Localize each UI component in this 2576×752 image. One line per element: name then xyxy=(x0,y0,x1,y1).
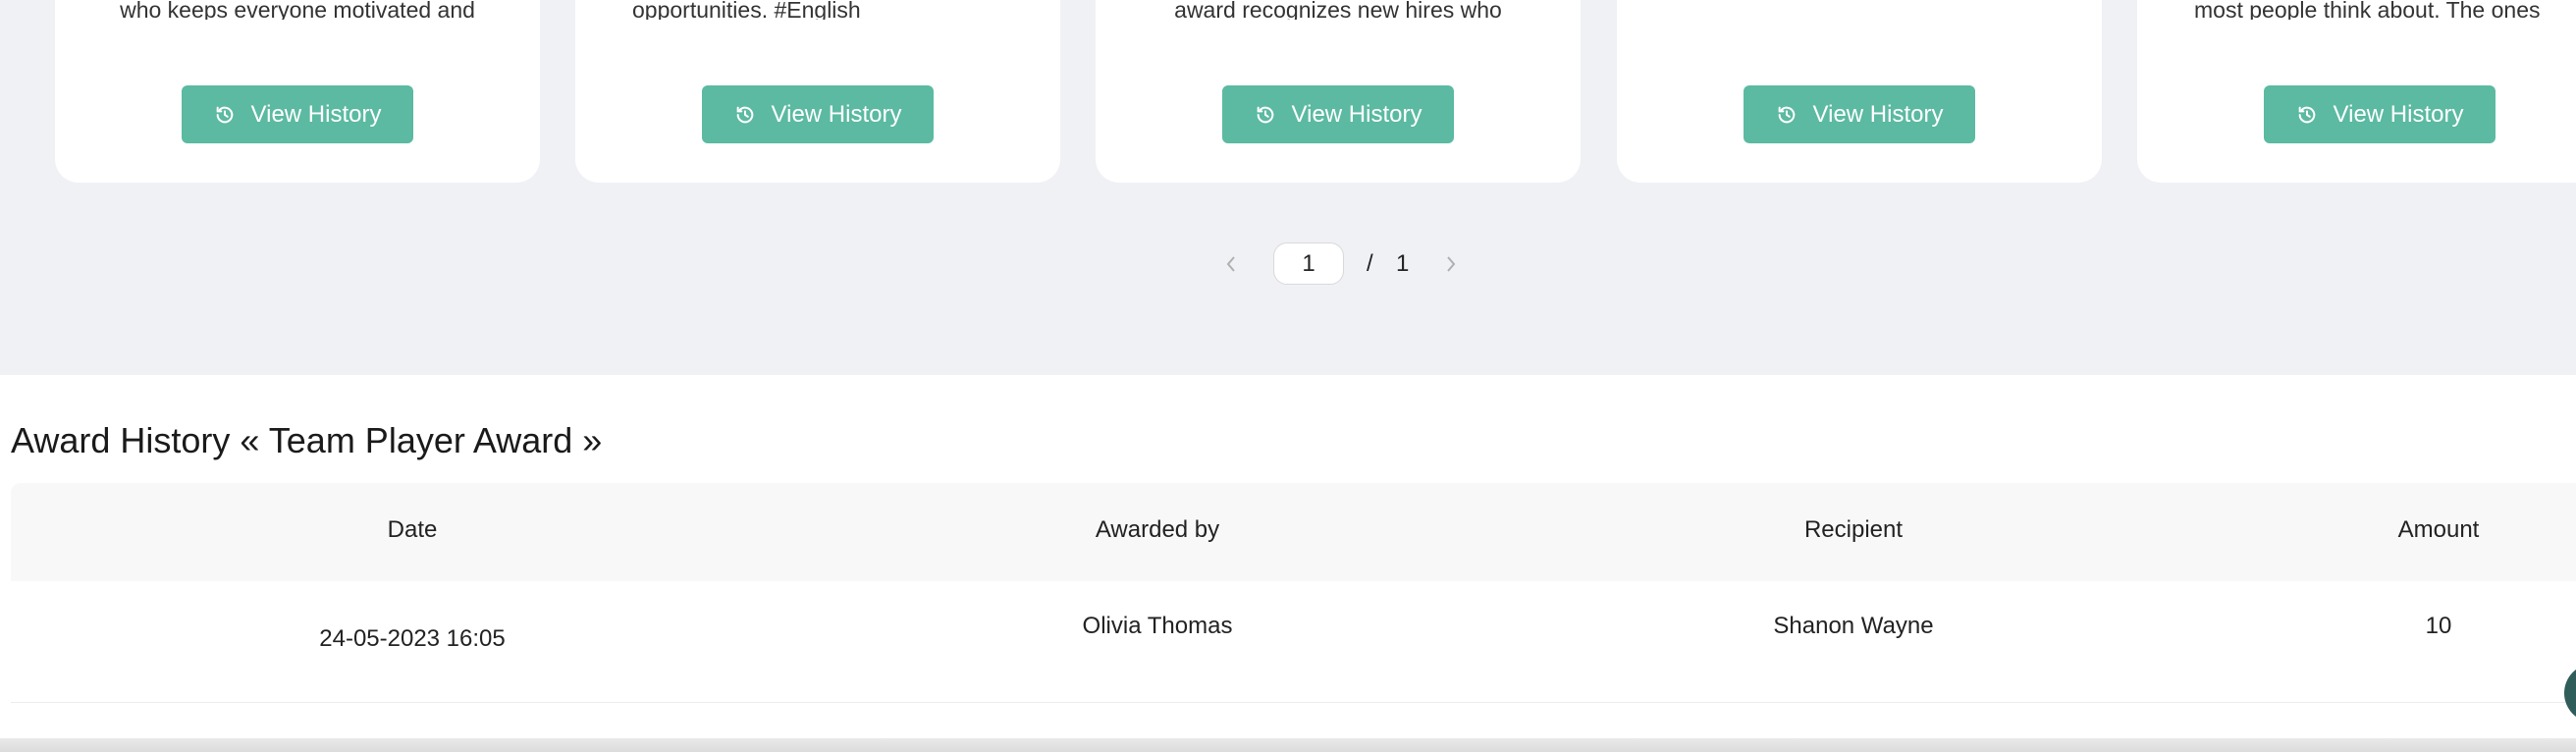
next-page-button[interactable] xyxy=(1437,250,1465,278)
view-history-button[interactable]: View History xyxy=(182,85,413,143)
column-header-date: Date xyxy=(387,516,438,543)
award-cards-section: who keeps everyone motivated and View Hi… xyxy=(0,0,2576,375)
award-card: most people think about. The ones View H… xyxy=(2137,0,2576,183)
award-history-table: Date Awarded by Recipient Amount 24-05-2… xyxy=(11,483,2576,703)
chevron-left-icon xyxy=(1226,256,1235,272)
award-description: who keeps everyone motivated and xyxy=(120,0,475,20)
page-number-input[interactable] xyxy=(1273,242,1344,285)
award-card: View History xyxy=(1617,0,2102,183)
view-history-label: View History xyxy=(771,100,902,128)
award-description: most people think about. The ones xyxy=(2194,0,2541,20)
cell-awarded-by: Olivia Thomas xyxy=(1082,613,1233,639)
view-history-label: View History xyxy=(250,100,382,128)
view-history-button[interactable]: View History xyxy=(702,85,934,143)
award-card: who keeps everyone motivated and View Hi… xyxy=(55,0,540,183)
award-card: award recognizes new hires who View Hist… xyxy=(1096,0,1581,183)
view-history-label: View History xyxy=(2333,100,2464,128)
chevron-right-icon xyxy=(1447,256,1456,272)
previous-page-button[interactable] xyxy=(1217,250,1245,278)
award-card: opportunities. #English View History xyxy=(575,0,1060,183)
cell-date: 24-05-2023 16:05 xyxy=(319,625,506,652)
history-clock-icon xyxy=(2298,106,2315,123)
view-history-button[interactable]: View History xyxy=(1744,85,1975,143)
pagination: / 1 xyxy=(0,242,2576,286)
award-description xyxy=(1617,0,2102,20)
cell-amount: 10 xyxy=(2425,613,2452,639)
cell-recipient: Shanon Wayne xyxy=(1773,613,1934,639)
bottom-divider xyxy=(0,738,2576,752)
table-header: Date Awarded by Recipient Amount xyxy=(11,483,2576,581)
page-separator: / xyxy=(1367,250,1373,277)
history-clock-icon xyxy=(1778,106,1795,123)
award-description: award recognizes new hires who xyxy=(1174,0,1502,20)
view-history-label: View History xyxy=(1812,100,1944,128)
history-clock-icon xyxy=(736,106,753,123)
history-clock-icon xyxy=(216,106,233,123)
award-history-title: Award History « Team Player Award » xyxy=(11,420,603,460)
view-history-label: View History xyxy=(1291,100,1422,128)
column-header-amount: Amount xyxy=(2397,516,2480,543)
award-description: opportunities. #English xyxy=(632,0,861,20)
page-total: 1 xyxy=(1396,250,1410,277)
table-row: 24-05-2023 16:05 Olivia Thomas Shanon Wa… xyxy=(11,581,2576,703)
view-history-button[interactable]: View History xyxy=(2264,85,2496,143)
history-clock-icon xyxy=(1257,106,1273,123)
view-history-button[interactable]: View History xyxy=(1222,85,1454,143)
column-header-awarded-by: Awarded by xyxy=(1095,516,1220,543)
column-header-recipient: Recipient xyxy=(1803,516,1904,543)
